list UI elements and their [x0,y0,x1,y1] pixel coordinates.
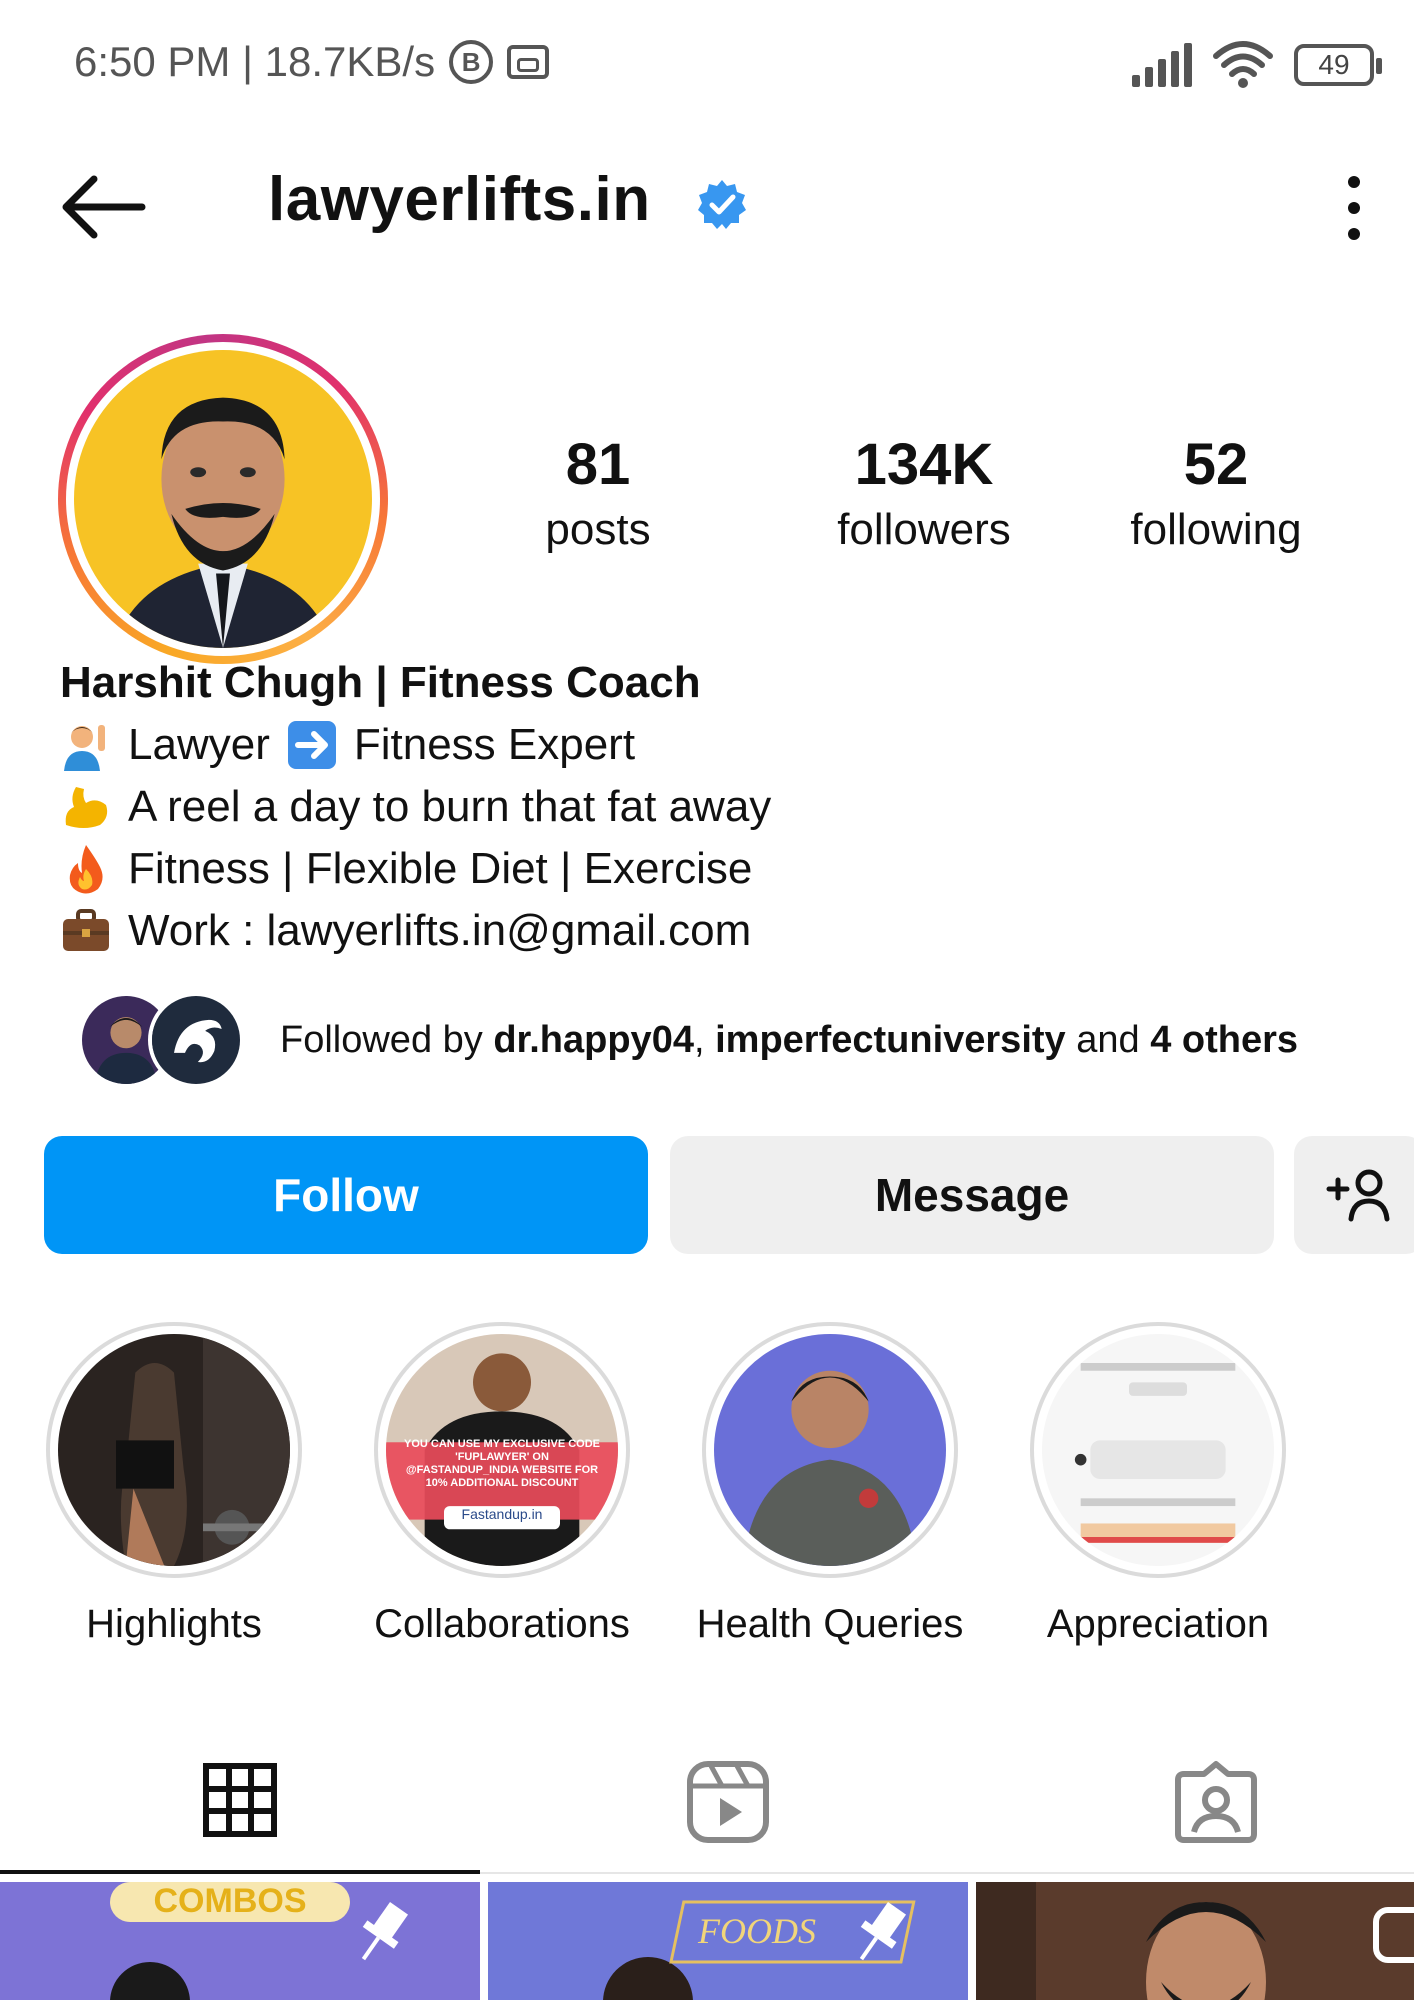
avatar-image [74,350,372,648]
back-arrow-icon [62,175,146,239]
flexed-biceps-icon [60,781,112,833]
grid-icon [203,1763,277,1837]
tab-reels[interactable] [488,1730,968,1874]
posts-count: 81 [565,432,631,497]
followed-by[interactable]: Followed by dr.happy04, imperfectunivers… [78,990,1378,1090]
avatar-inner [66,342,380,656]
bio-line-4: Work : lawyerlifts.in@gmail.com [60,900,1360,962]
following-label: following [1130,505,1302,554]
story-highlights: Highlights YOU CAN USE MY EXCLUSIVE CODE… [44,1322,1414,1646]
bio-line-2-text: A reel a day to burn that fat away [128,782,772,831]
message-button[interactable]: Message [670,1136,1274,1254]
followers-stat[interactable]: 134K followers [794,430,1054,560]
post-thumbnail[interactable]: FOODS [488,1882,968,2000]
highlight-ring [1030,1322,1286,1578]
highlight-item[interactable]: Appreciation [1028,1322,1288,1647]
follow-button[interactable]: Follow [44,1136,648,1254]
post-thumbnail[interactable]: COMBOS [0,1882,480,2000]
bio-line-2: A reel a day to burn that fat away [60,776,1360,838]
tab-posts-grid[interactable] [0,1730,480,1874]
highlight-item[interactable]: YOU CAN USE MY EXCLUSIVE CODE 'FUPLAWYER… [372,1322,632,1647]
bio-line-1: Lawyer Fitness Expert [60,714,1360,776]
fire-icon [60,843,112,895]
highlight-cover: YOU CAN USE MY EXCLUSIVE CODE 'FUPLAWYER… [386,1334,618,1566]
status-right: 49 [1132,40,1382,90]
tab-tagged[interactable] [976,1730,1414,1874]
bio-fitness-expert-text: Fitness Expert [353,720,636,769]
header-username: lawyerlifts.in [268,165,651,234]
followed-by-and: and [1065,1018,1151,1061]
mutual-others[interactable]: 4 others [1150,1019,1298,1061]
battery-icon: 49 [1294,44,1382,86]
status-left: 6:50 PM | 18.7KB/s B [74,38,550,86]
profile-stats: 81 posts 134K followers 52 following [500,430,1380,560]
highlight-item[interactable]: Highlights [44,1322,304,1647]
following-stat[interactable]: 52 following [1116,430,1316,560]
suggest-people-button[interactable] [1294,1136,1414,1254]
posts-label: posts [545,505,651,554]
mutual-user-1[interactable]: dr.happy04 [493,1019,694,1061]
dot [1348,228,1360,240]
verified-badge-icon [698,180,746,229]
status-time-speed: 6:50 PM | 18.7KB/s [74,38,436,85]
mutual-avatar-2 [148,992,244,1088]
post-text: COMBOS [153,1882,307,1920]
post-text: FOODS [698,1911,816,1951]
briefcase-icon [60,905,112,957]
profile-actions: Follow Message [44,1136,1414,1254]
right-arrow-emoji-icon [286,719,338,771]
highlight-label: Health Queries [696,1602,964,1646]
collab-promo-text: YOU CAN USE MY EXCLUSIVE CODE 'FUPLAWYER… [404,1438,600,1489]
bio: Harshit Chugh | Fitness Coach Lawyer Fit… [60,652,1360,962]
highlight-cover [58,1334,290,1566]
highlight-cover [714,1334,946,1566]
dot [1348,202,1360,214]
posts-stat[interactable]: 81 posts [500,430,696,560]
more-options-button[interactable] [1334,168,1374,248]
bio-line-3-text: Fitness | Flexible Diet | Exercise [128,844,753,893]
vr-icon [507,45,550,79]
post-thumbnail[interactable] [976,1882,1414,2000]
highlight-ring [46,1322,302,1578]
highlight-label: Highlights [86,1602,262,1646]
signal-icon [1132,43,1192,87]
highlight-cover [1042,1334,1274,1566]
followers-label: followers [837,505,1011,554]
story-ring[interactable] [58,334,388,664]
highlight-item[interactable]: Health Queries [697,1322,963,1647]
bio-line-3: Fitness | Flexible Diet | Exercise [60,838,1360,900]
collab-brand-text: Fastandup.in [461,1506,543,1522]
profile-tabs [0,1730,1414,1874]
person-raising-hand-icon [60,719,112,771]
status-bar: 6:50 PM | 18.7KB/s B 49 [0,0,1414,130]
followed-by-prefix: Followed by [280,1018,494,1061]
b-circle-icon: B [449,40,494,84]
mutual-user-2[interactable]: imperfectuniversity [715,1019,1066,1061]
following-count: 52 [1183,432,1249,497]
reels-icon [687,1761,769,1843]
avatar [74,350,372,648]
bio-name: Harshit Chugh | Fitness Coach [60,658,701,707]
followed-by-sep: , [693,1018,716,1061]
back-button[interactable] [58,172,148,242]
tagged-icon [1175,1761,1257,1843]
followers-count: 134K [854,432,994,497]
highlight-ring: YOU CAN USE MY EXCLUSIVE CODE 'FUPLAWYER… [374,1322,630,1578]
highlight-ring [702,1322,958,1578]
wifi-icon [1213,41,1273,88]
dot [1348,176,1360,188]
highlight-label: Appreciation [1046,1602,1270,1646]
add-person-icon [1326,1169,1390,1222]
bio-email-link[interactable]: Work : lawyerlifts.in@gmail.com [128,900,751,962]
bio-lawyer-text: Lawyer [128,720,270,769]
followed-by-text: Followed by dr.happy04, imperfectunivers… [280,1019,1298,1062]
posts-grid: COMBOS FOODS [0,1882,1414,2000]
profile-header: lawyerlifts.in [0,150,1414,260]
highlight-label: Collaborations [374,1602,630,1646]
